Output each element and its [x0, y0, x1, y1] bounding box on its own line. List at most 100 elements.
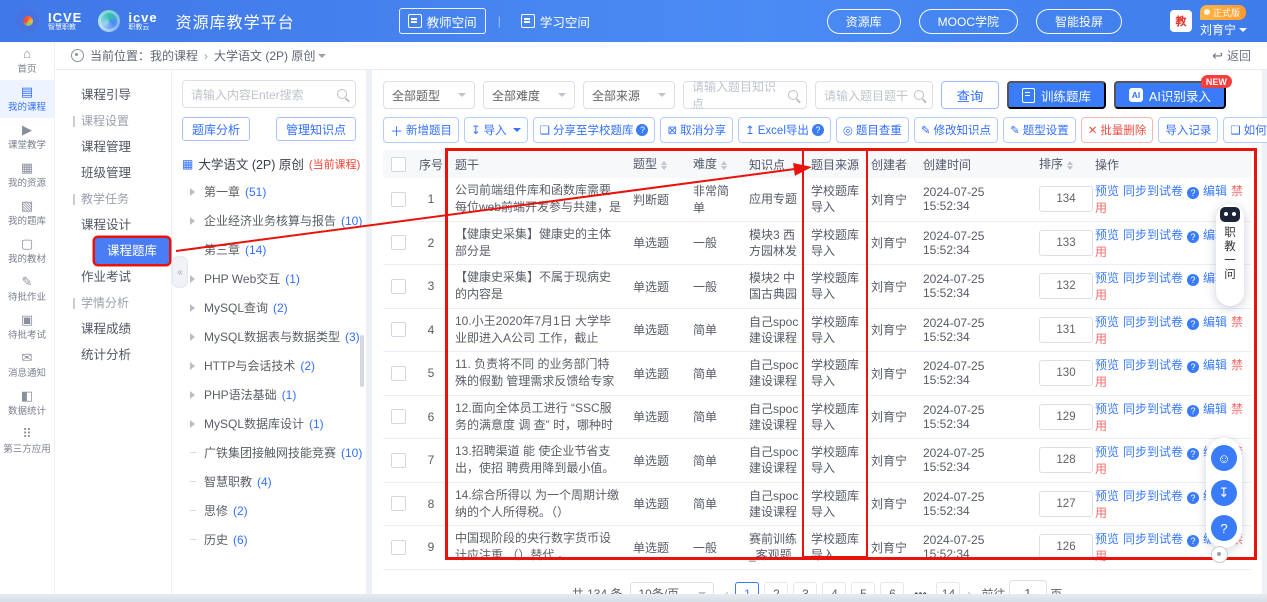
resource-library-button[interactable]: 资源库	[827, 9, 901, 34]
row-checkbox[interactable]	[391, 453, 406, 468]
tree-search-input[interactable]: 请输入内容Enter搜索	[182, 80, 356, 108]
sort-icon[interactable]	[661, 158, 667, 173]
preview-link[interactable]: 预览	[1095, 184, 1119, 198]
import-button[interactable]: ↧导入	[464, 117, 528, 143]
rail-item-statistics[interactable]: ◧数据统计	[0, 384, 54, 422]
sort-input[interactable]	[1039, 404, 1093, 430]
tree-item[interactable]: 广铁集团接触网技能竞赛(10)	[182, 438, 356, 467]
rail-item-my-question-bank[interactable]: ▧我的题库	[0, 194, 54, 232]
sync-link[interactable]: 同步到试卷	[1123, 358, 1183, 372]
smart-cast-button[interactable]: 智能投屏	[1036, 9, 1122, 34]
sort-input[interactable]	[1039, 447, 1093, 473]
menu-course-guide[interactable]: 课程引导	[55, 82, 171, 108]
tree-item[interactable]: MySQL数据库设计(1)	[182, 409, 356, 438]
preview-link[interactable]: 预览	[1095, 271, 1119, 285]
tree-item[interactable]: 第三章(14)	[182, 235, 356, 264]
edit-link[interactable]: 编辑	[1203, 402, 1227, 416]
help-icon[interactable]: ?	[1187, 361, 1199, 373]
sort-by-type[interactable]: 题型	[627, 150, 687, 178]
scrollbar-thumb[interactable]	[360, 335, 364, 387]
expand-icon[interactable]	[190, 333, 199, 341]
help-icon[interactable]: ?	[1187, 274, 1199, 286]
rail-item-home[interactable]: ⌂首页	[0, 42, 54, 80]
edit-link[interactable]: 编辑	[1203, 358, 1227, 372]
expand-icon[interactable]	[190, 304, 199, 312]
row-checkbox[interactable]	[391, 366, 406, 381]
sort-by-difficulty[interactable]: 难度	[687, 150, 743, 178]
preview-link[interactable]: 预览	[1095, 315, 1119, 329]
user-area[interactable]: 教 正式版 刘育宁	[1170, 5, 1247, 38]
expand-icon[interactable]	[190, 217, 199, 225]
menu-homework-exams[interactable]: 作业考试	[55, 264, 171, 290]
help-icon[interactable]: ?	[1187, 448, 1199, 460]
source-select[interactable]: 全部来源	[583, 81, 675, 109]
sort-by-order[interactable]: 排序	[1033, 150, 1089, 178]
row-checkbox[interactable]	[391, 409, 406, 424]
preview-link[interactable]: 预览	[1095, 445, 1119, 459]
rail-item-my-textbooks[interactable]: ▢我的教材	[0, 232, 54, 270]
help-icon[interactable]: ?	[1187, 405, 1199, 417]
help-icon[interactable]: ?	[1187, 231, 1199, 243]
menu-course-question-bank[interactable]: 课程题库	[95, 238, 169, 264]
rail-item-pending-homework[interactable]: ✎待批作业	[0, 270, 54, 308]
assistant-widget[interactable]: 职 教 一 问	[1216, 204, 1244, 306]
menu-statistical-analysis[interactable]: 统计分析	[55, 342, 171, 368]
batch-delete-button[interactable]: ✕批量删除	[1081, 117, 1154, 143]
import-records-button[interactable]: 导入记录	[1158, 117, 1218, 143]
edit-knowledge-button[interactable]: ✎修改知识点	[914, 117, 998, 143]
tree-item[interactable]: 历史(6)	[182, 525, 356, 554]
help-icon[interactable]: ?	[636, 124, 648, 136]
breadcrumb-current[interactable]: 大学语文 (2P) 原创	[214, 47, 315, 64]
tree-item[interactable]: 企业经济业务核算与报告(10)	[182, 206, 356, 235]
mooc-academy-button[interactable]: MOOC学院	[919, 9, 1018, 34]
help-icon[interactable]: ?	[812, 124, 824, 136]
help-icon[interactable]: ?	[1211, 515, 1237, 541]
rail-item-messages[interactable]: ✉消息通知	[0, 346, 54, 384]
stem-input[interactable]: 请输入题目题干	[815, 81, 933, 109]
sync-link[interactable]: 同步到试卷	[1123, 489, 1183, 503]
rail-item-third-party[interactable]: ⠿第三方应用	[0, 422, 54, 460]
sort-input[interactable]	[1039, 273, 1093, 299]
sort-input[interactable]	[1039, 186, 1093, 212]
tree-root[interactable]: ▦ 大学语文 (2P) 原创 (当前课程)	[182, 154, 356, 173]
row-checkbox[interactable]	[391, 192, 406, 207]
edit-link[interactable]: 编辑	[1203, 184, 1227, 198]
menu-course-management[interactable]: 课程管理	[55, 134, 171, 160]
how-to-upload-button[interactable]: ❑如何上传题库?	[1223, 117, 1267, 143]
select-all-checkbox[interactable]	[391, 157, 406, 172]
help-icon[interactable]: ?	[1187, 187, 1199, 199]
nav-learning-space[interactable]: 学习空间	[513, 9, 598, 33]
row-checkbox[interactable]	[391, 279, 406, 294]
sort-input[interactable]	[1039, 491, 1093, 517]
add-question-button[interactable]: ＋新增题目	[383, 117, 459, 143]
sync-link[interactable]: 同步到试卷	[1123, 228, 1183, 242]
query-button[interactable]: 查询	[941, 81, 999, 109]
sync-link[interactable]: 同步到试卷	[1123, 402, 1183, 416]
row-checkbox[interactable]	[391, 496, 406, 511]
panel-collapse-handle[interactable]: «	[172, 256, 188, 288]
expand-icon[interactable]	[190, 275, 199, 283]
breadcrumb-parent[interactable]: 我的课程	[150, 47, 198, 64]
widget-collapse-icon[interactable]	[1211, 546, 1228, 563]
help-icon[interactable]: ?	[1187, 492, 1199, 504]
unshare-button[interactable]: ⊠取消分享	[660, 117, 733, 143]
expand-icon[interactable]	[190, 391, 199, 399]
excel-export-button[interactable]: ↥Excel导出?	[738, 117, 831, 143]
tree-item[interactable]: 智慧职教(4)	[182, 467, 356, 496]
menu-course-design[interactable]: 课程设计	[55, 212, 171, 238]
preview-link[interactable]: 预览	[1095, 402, 1119, 416]
sync-link[interactable]: 同步到试卷	[1123, 271, 1183, 285]
rail-item-my-courses[interactable]: ▤我的课程	[0, 80, 54, 118]
row-checkbox[interactable]	[391, 540, 406, 555]
preview-link[interactable]: 预览	[1095, 532, 1119, 546]
preview-link[interactable]: 预览	[1095, 228, 1119, 242]
tree-item[interactable]: PHP Web交互(1)	[182, 264, 356, 293]
tree-item[interactable]: MySQL数据表与数据类型(3)	[182, 322, 356, 351]
sync-link[interactable]: 同步到试卷	[1123, 184, 1183, 198]
manage-knowledge-button[interactable]: 管理知识点	[276, 117, 356, 141]
row-checkbox[interactable]	[391, 322, 406, 337]
sync-link[interactable]: 同步到试卷	[1123, 445, 1183, 459]
preview-link[interactable]: 预览	[1095, 489, 1119, 503]
download-icon[interactable]: ↧	[1211, 480, 1237, 506]
expand-icon[interactable]	[190, 362, 199, 370]
